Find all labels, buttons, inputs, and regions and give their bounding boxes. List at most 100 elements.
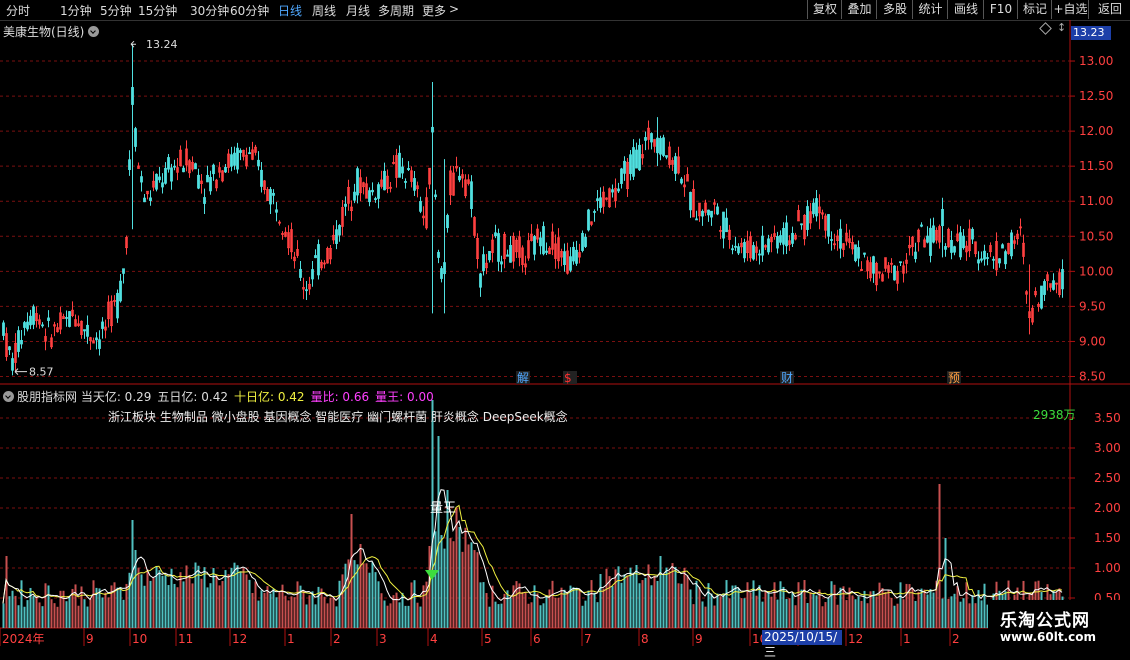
volume-bar <box>167 585 170 628</box>
volume-bar <box>632 572 635 628</box>
volume-bar <box>755 595 758 628</box>
volume-bar <box>74 584 77 628</box>
volume-bar <box>941 598 944 628</box>
date-label-7: 3 <box>379 632 387 646</box>
volume-bar <box>974 603 977 628</box>
volume-bar <box>122 599 125 628</box>
volume-tick-5: 1.00 <box>1094 561 1121 575</box>
volume-bar <box>236 565 239 628</box>
volume-bar <box>152 577 155 628</box>
candle-body <box>134 128 137 147</box>
candle-body <box>650 133 653 143</box>
volume-bar <box>653 575 656 628</box>
volume-bar <box>752 580 755 628</box>
candle-body <box>932 225 935 243</box>
volume-bar <box>497 604 500 628</box>
volume-bar <box>365 563 368 628</box>
volume-bar <box>440 535 443 628</box>
volume-bar <box>521 591 524 628</box>
volume-bar <box>143 585 146 628</box>
volume-bar <box>50 599 53 628</box>
volume-bar <box>980 600 983 628</box>
candle-body <box>230 154 233 167</box>
candle-body <box>224 167 227 173</box>
candle-body <box>86 324 89 337</box>
volume-tick-0: 3.50 <box>1094 411 1121 425</box>
candle-body <box>950 239 953 253</box>
volume-bar <box>920 588 923 628</box>
candle-body <box>500 261 503 265</box>
candle-body <box>1001 244 1004 249</box>
candle-body <box>575 249 578 264</box>
price-tick-8: 9.00 <box>1079 334 1106 348</box>
volume-bar <box>404 605 407 628</box>
volume-bar <box>638 583 641 628</box>
volume-bar <box>797 582 800 628</box>
candle-body <box>710 210 713 218</box>
chart-canvas[interactable]: 13.0012.5012.0011.5011.0010.5010.009.509… <box>0 0 1130 650</box>
volume-bar <box>506 590 509 628</box>
volume-bar <box>401 592 404 628</box>
volume-bar <box>821 606 824 628</box>
volume-bar <box>884 592 887 628</box>
candle-body <box>377 184 380 199</box>
candle-body <box>914 251 917 260</box>
volume-bar <box>713 605 716 628</box>
volume-bar <box>947 598 950 628</box>
volume-bar <box>758 585 761 628</box>
indicator-menu-icon[interactable] <box>3 391 14 402</box>
volume-bar <box>683 567 686 628</box>
candle-body <box>959 232 962 258</box>
king-label: 量王 <box>430 501 456 516</box>
volume-bar <box>719 596 722 628</box>
price-tick-3: 11.50 <box>1079 159 1113 173</box>
volume-bar <box>449 538 452 628</box>
volume-bar <box>20 580 23 628</box>
candle-body <box>623 160 626 174</box>
candle-body <box>197 174 200 189</box>
volume-bar <box>26 600 29 628</box>
candle-body <box>533 236 536 255</box>
candle-body <box>1043 281 1046 295</box>
candle-body <box>584 236 587 247</box>
volume-bar <box>782 586 785 628</box>
high-label: 13.24 <box>146 38 178 51</box>
volume-bar <box>692 604 695 628</box>
candle-body <box>47 317 50 321</box>
volume-bar <box>689 589 692 628</box>
candle-body <box>806 206 809 230</box>
candle-body <box>401 166 404 174</box>
volume-bar <box>227 574 230 628</box>
candle-body <box>182 167 185 173</box>
candle-body <box>893 265 896 281</box>
price-tick-4: 11.00 <box>1079 194 1113 208</box>
candle-body <box>539 237 542 247</box>
volume-bar <box>590 580 593 628</box>
volume-bar <box>593 592 596 628</box>
candle-body <box>131 87 134 105</box>
volume-bar <box>827 597 830 628</box>
volume-bar <box>35 596 38 628</box>
volume-bar <box>467 544 470 628</box>
candle-body <box>761 235 764 256</box>
volume-bar <box>386 605 389 628</box>
candle-body <box>272 192 275 196</box>
volume-bar <box>86 606 89 628</box>
candle-body <box>203 197 206 204</box>
volume-bar <box>419 606 422 628</box>
volume-bar <box>665 567 668 628</box>
candle-body <box>926 235 929 243</box>
candle-body <box>239 150 242 153</box>
event-marker-1: $ <box>564 371 572 385</box>
low-arrow-icon <box>14 368 27 375</box>
main-grid <box>0 20 1130 650</box>
volume-bar <box>650 585 653 628</box>
volume-bar <box>959 601 962 628</box>
volume-bar <box>572 587 575 628</box>
volume-bar <box>557 597 560 628</box>
volume-bar <box>722 593 725 628</box>
volume-bar <box>536 593 539 628</box>
volume-bar <box>494 601 497 628</box>
volume-bar <box>611 586 614 628</box>
volume-bar <box>962 598 965 628</box>
